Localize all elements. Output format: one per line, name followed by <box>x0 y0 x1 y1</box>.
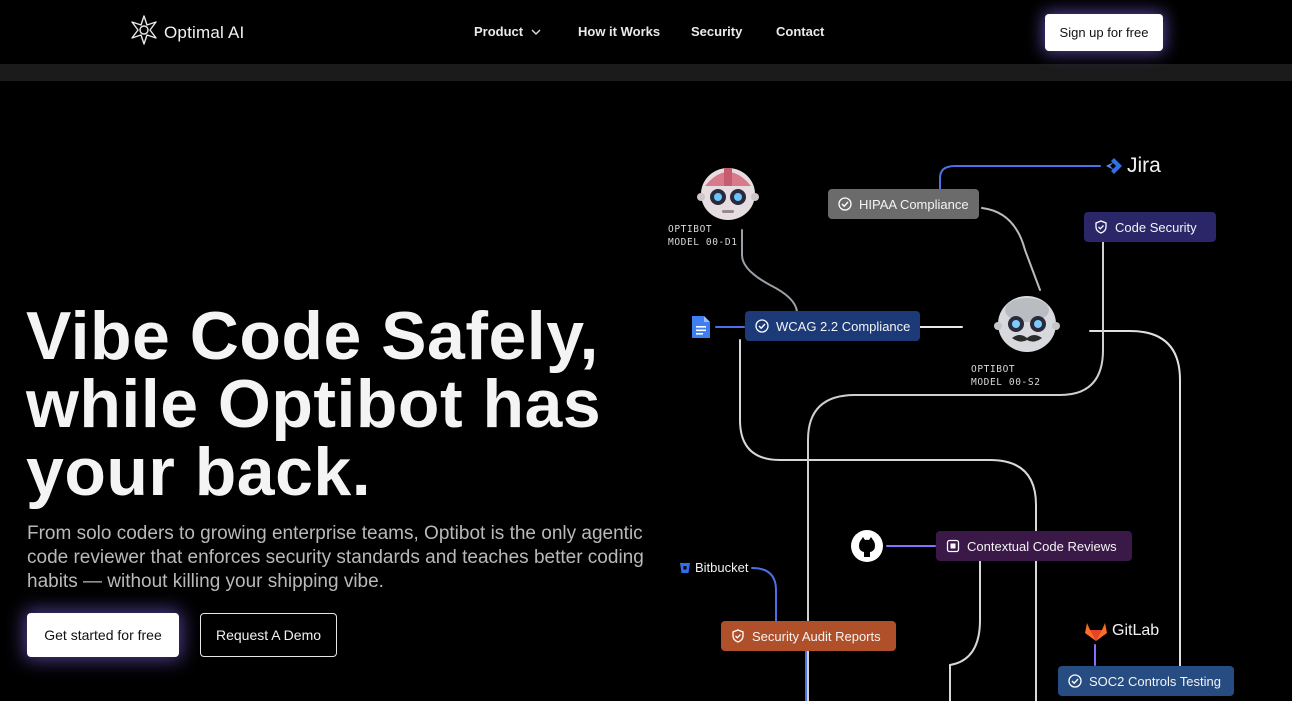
check-circle-icon <box>755 319 769 333</box>
pill-code-security-label: Code Security <box>1115 219 1197 235</box>
request-demo-button[interactable]: Request A Demo <box>200 613 337 657</box>
hero-title-line: your back. <box>26 434 372 510</box>
pill-contextual-reviews: Contextual Code Reviews <box>936 531 1132 561</box>
connector-jira <box>939 165 1101 191</box>
connector-hipaa <box>981 207 1041 291</box>
robot-mustache-icon <box>994 292 1060 361</box>
shield-icon <box>732 629 744 643</box>
pill-soc2-label: SOC2 Controls Testing <box>1089 673 1221 689</box>
pill-hipaa-label: HIPAA Compliance <box>859 196 969 212</box>
connector-bitbucket <box>751 567 777 622</box>
get-started-button[interactable]: Get started for free <box>27 613 179 657</box>
gitlab-label: GitLab <box>1112 622 1160 639</box>
check-circle-icon <box>838 197 852 211</box>
jira-icon <box>1106 158 1122 174</box>
connector-bot1 <box>741 229 798 313</box>
hero-subtitle: From solo coders to growing enterprise t… <box>27 523 644 592</box>
nav-contact[interactable]: Contact <box>776 24 824 39</box>
bitbucket-icon <box>680 562 690 573</box>
bitbucket-logo: Bitbucket <box>679 560 748 575</box>
bitbucket-label: Bitbucket <box>695 560 749 575</box>
bot-label-line: OPTIBOT <box>971 364 1016 375</box>
pill-soc2: SOC2 Controls Testing <box>1058 666 1234 696</box>
nav-product[interactable]: Product <box>474 24 541 39</box>
nav-product-label: Product <box>474 24 524 39</box>
jira-logo: Jira <box>1105 154 1161 178</box>
hero-title-line: while Optibot has <box>26 366 602 442</box>
connector-contextual <box>949 560 981 701</box>
pill-wcag: WCAG 2.2 Compliance <box>745 311 920 341</box>
bot-label-line: MODEL 00-S2 <box>971 377 1041 388</box>
bot-label-line: OPTIBOT <box>668 224 713 235</box>
shield-check-icon <box>1095 220 1107 234</box>
nav-security[interactable]: Security <box>691 24 742 39</box>
pill-code-security: Code Security <box>1084 212 1216 242</box>
hero-title: Vibe Code Safely, while Optibot has your… <box>26 302 601 506</box>
review-box-icon <box>946 539 960 553</box>
pill-wcag-label: WCAG 2.2 Compliance <box>776 318 911 334</box>
pill-contextual-label: Contextual Code Reviews <box>967 538 1117 554</box>
robot-pink-icon <box>697 164 759 229</box>
document-icon <box>690 314 712 345</box>
jira-label: Jira <box>1127 154 1161 177</box>
gitlab-icon <box>1085 623 1107 641</box>
bot-label-d1: OPTIBOT MODEL 00-D1 <box>668 223 738 249</box>
bot-label-s2: OPTIBOT MODEL 00-S2 <box>971 363 1041 389</box>
github-icon <box>850 529 884 568</box>
pill-security-audit-label: Security Audit Reports <box>752 628 881 644</box>
nav-how-it-works[interactable]: How it Works <box>578 24 660 39</box>
pill-security-audit: Security Audit Reports <box>721 621 896 651</box>
pill-hipaa: HIPAA Compliance <box>828 189 979 219</box>
gitlab-logo: GitLab <box>1084 620 1159 642</box>
hero-title-line: Vibe Code Safely, <box>26 298 599 374</box>
nav-divider-strip <box>0 64 1292 81</box>
chevron-down-icon <box>531 24 541 39</box>
check-circle-icon <box>1068 674 1082 688</box>
bot-label-line: MODEL 00-D1 <box>668 237 738 248</box>
signup-button[interactable]: Sign up for free <box>1045 14 1163 51</box>
connector-bot2-right <box>1089 330 1181 669</box>
